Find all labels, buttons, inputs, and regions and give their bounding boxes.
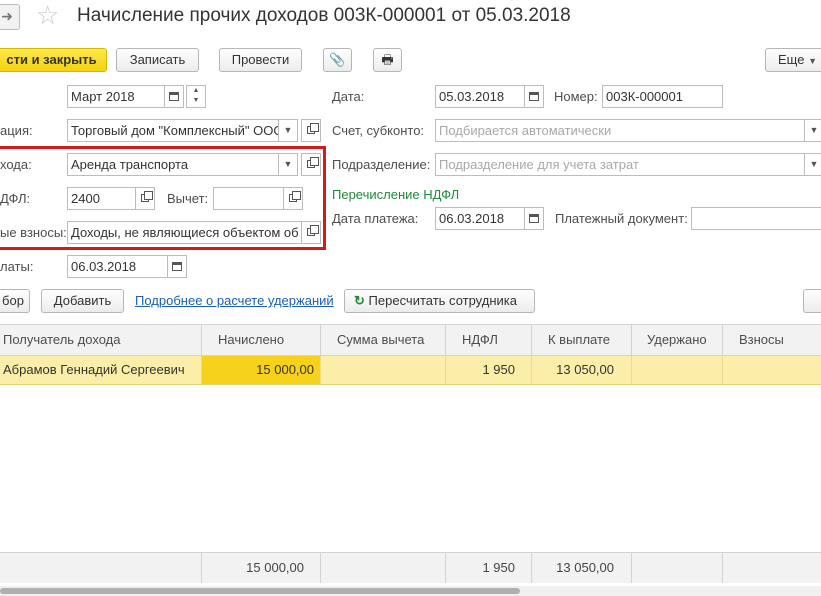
organization-open-button[interactable] (301, 119, 321, 142)
refresh-icon: ↻ (354, 293, 365, 308)
add-button[interactable]: Добавить (41, 289, 124, 313)
number-label: Номер: (554, 89, 598, 104)
calendar-icon (529, 213, 539, 223)
dropdown-arrow-icon: ▼ (809, 159, 819, 169)
total-deduction (321, 553, 446, 583)
date-calendar-button[interactable] (524, 85, 544, 108)
dropdown-arrow-icon: ▼ (809, 125, 819, 135)
payment-date-label: Дата платежа: (332, 211, 419, 226)
payment-date-field[interactable]: 06.03.2018 (435, 207, 525, 230)
total-ndfl: 1 950 (446, 553, 532, 583)
organization-field[interactable]: Торговый дом "Комплексный" ООО (67, 119, 279, 142)
select-button[interactable]: бор (0, 289, 30, 313)
cell-accrued[interactable]: 15 000,00 (202, 356, 321, 384)
calendar-icon (169, 91, 179, 101)
more-button[interactable]: Еще ▼ (765, 48, 821, 72)
period-field[interactable]: Март 2018 (67, 85, 165, 108)
table-totals: 15 000,00 1 950 13 050,00 (0, 552, 821, 583)
dropdown-arrow-icon: ▼ (283, 125, 293, 135)
col-deduction[interactable]: Сумма вычета (321, 325, 446, 355)
cell-contributions[interactable] (723, 356, 821, 384)
total-contributions (723, 553, 821, 583)
department-dropdown[interactable]: ▼ (804, 153, 821, 176)
number-field[interactable]: 003К-000001 (602, 85, 723, 108)
calendar-icon (529, 91, 539, 101)
cell-recipient[interactable]: Абрамов Геннадий Сергеевич (0, 356, 202, 384)
recalculate-employee-button[interactable]: ↻ Пересчитать сотрудника (344, 289, 535, 313)
paperclip-icon: 📎 (329, 52, 346, 67)
cell-ndfl[interactable]: 1 950 (446, 356, 532, 384)
total-withheld (632, 553, 723, 583)
chevron-down-icon: ▼ (808, 56, 817, 66)
save-button[interactable]: Записать (116, 48, 199, 72)
date-field[interactable]: 05.03.2018 (435, 85, 525, 108)
table-row[interactable]: Абрамов Геннадий Сергеевич 15 000,00 1 9… (0, 356, 821, 385)
horizontal-scrollbar[interactable] (0, 586, 821, 596)
col-accrued[interactable]: Начислено (202, 325, 321, 355)
total-recipient (0, 553, 202, 583)
spin-down-icon: ▼ (192, 97, 200, 104)
print-button[interactable]: 🖶 (373, 48, 402, 72)
pay-date-label: латы: (0, 259, 34, 274)
account-dropdown[interactable]: ▼ (804, 119, 821, 142)
table-more-button[interactable] (803, 289, 821, 313)
accruals-table[interactable]: Получатель дохода Начислено Сумма вычета… (0, 324, 821, 587)
cell-deduction[interactable] (321, 356, 446, 384)
department-field[interactable]: Подразделение для учета затрат (435, 153, 808, 176)
payment-date-calendar-button[interactable] (524, 207, 544, 230)
organization-label: ация: (0, 123, 33, 138)
col-ndfl[interactable]: НДФЛ (446, 325, 532, 355)
payment-document-field[interactable] (691, 207, 821, 230)
page-title: Начисление прочих доходов 003К-000001 от… (77, 5, 571, 26)
table-header: Получатель дохода Начислено Сумма вычета… (0, 325, 821, 356)
calendar-button[interactable] (164, 85, 184, 108)
more-label: Еще (778, 52, 805, 67)
cell-payout[interactable]: 13 050,00 (532, 356, 632, 384)
forward-arrow-icon[interactable]: ➜ (0, 4, 20, 30)
date-label: Дата: (332, 89, 365, 104)
account-field[interactable]: Подбирается автоматически (435, 119, 808, 142)
pay-date-calendar-button[interactable] (167, 255, 187, 278)
post-and-close-button[interactable]: сти и закрыть (0, 48, 107, 72)
total-payout: 13 050,00 (532, 553, 632, 583)
post-button[interactable]: Провести (219, 48, 302, 72)
period-spinner[interactable]: ▲ ▼ (186, 85, 206, 108)
col-withheld[interactable]: Удержано (632, 325, 723, 355)
details-link[interactable]: Подробнее о расчете удержаний (135, 293, 334, 308)
account-label: Счет, субконто: (332, 123, 425, 138)
printer-icon: 🖶 (381, 52, 394, 67)
recalculate-label: Пересчитать сотрудника (368, 293, 517, 308)
total-accrued: 15 000,00 (202, 553, 321, 583)
open-form-icon (307, 123, 319, 135)
favorite-star-icon[interactable]: ☆ (36, 2, 59, 28)
calendar-icon (172, 261, 182, 271)
col-contributions[interactable]: Взносы (723, 325, 821, 355)
spin-up-icon: ▲ (192, 87, 200, 94)
attach-button[interactable]: 📎 (323, 48, 352, 72)
ndfl-transfer-section: Перечисление НДФЛ (332, 187, 460, 202)
organization-dropdown[interactable]: ▼ (278, 119, 298, 142)
cell-withheld[interactable] (632, 356, 723, 384)
pay-date-field[interactable]: 06.03.2018 (67, 255, 168, 278)
col-payout[interactable]: К выплате (532, 325, 632, 355)
col-recipient[interactable]: Получатель дохода (0, 325, 202, 355)
scrollbar-thumb[interactable] (0, 588, 520, 594)
payment-document-label: Платежный документ: (555, 211, 688, 226)
department-label: Подразделение: (332, 157, 431, 172)
highlight-frame (0, 146, 326, 250)
